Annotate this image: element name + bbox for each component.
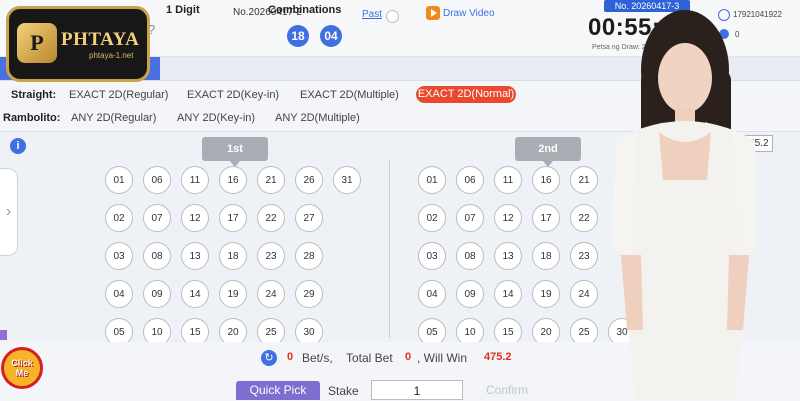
position-divider xyxy=(389,160,390,338)
number-ball[interactable]: 06 xyxy=(143,166,171,194)
number-ball[interactable]: 04 xyxy=(418,280,446,308)
bets-label: Bet/s, xyxy=(302,351,333,365)
number-ball[interactable]: 16 xyxy=(219,166,247,194)
result-ball-2: 04 xyxy=(320,25,342,47)
option-exact-2d-key-in[interactable]: EXACT 2D(Key-in) xyxy=(187,89,279,101)
stake-input[interactable]: 1 xyxy=(371,380,463,400)
number-ball[interactable]: 17 xyxy=(532,204,560,232)
logo-mark: P xyxy=(17,23,57,63)
first-position-tab[interactable]: 1st xyxy=(202,137,268,167)
number-ball[interactable]: 06 xyxy=(456,166,484,194)
phtaya-logo[interactable]: P PHTAYA phtaya-1.net xyxy=(6,6,150,82)
past-toggle[interactable] xyxy=(386,10,399,23)
number-ball[interactable]: 04 xyxy=(105,280,133,308)
number-ball[interactable]: 03 xyxy=(105,242,133,270)
will-win-label: , Will Win xyxy=(417,351,467,365)
tab-1-digit[interactable]: 1 Digit xyxy=(166,4,200,16)
second-position-tab[interactable]: 2nd xyxy=(515,137,581,167)
past-results-link[interactable]: Past xyxy=(362,9,382,20)
option-exact-2d-multiple[interactable]: EXACT 2D(Multiple) xyxy=(300,89,399,101)
option-any-2d-key-in[interactable]: ANY 2D(Key-in) xyxy=(177,112,255,124)
logo-site-url: phtaya-1.net xyxy=(89,51,134,60)
number-ball[interactable]: 08 xyxy=(456,242,484,270)
number-ball[interactable]: 07 xyxy=(456,204,484,232)
total-bet-label: Total Bet xyxy=(346,351,393,365)
number-ball[interactable]: 12 xyxy=(494,204,522,232)
number-ball[interactable]: 31 xyxy=(333,166,361,194)
option-any-2d-regular[interactable]: ANY 2D(Regular) xyxy=(71,112,156,124)
number-ball[interactable]: 01 xyxy=(418,166,446,194)
number-ball[interactable]: 02 xyxy=(105,204,133,232)
number-ball[interactable]: 08 xyxy=(143,242,171,270)
number-ball[interactable]: 03 xyxy=(418,242,446,270)
option-any-2d-multiple[interactable]: ANY 2D(Multiple) xyxy=(275,112,360,124)
number-ball[interactable]: 13 xyxy=(494,242,522,270)
number-ball[interactable]: 29 xyxy=(295,280,323,308)
number-ball[interactable]: 13 xyxy=(181,242,209,270)
option-exact-2d-normal[interactable]: EXACT 2D(Normal) xyxy=(416,86,516,103)
number-ball[interactable]: 09 xyxy=(143,280,171,308)
number-ball[interactable]: 16 xyxy=(532,166,560,194)
refresh-icon[interactable]: ↻ xyxy=(261,350,277,366)
number-ball[interactable]: 12 xyxy=(181,204,209,232)
chevron-right-icon[interactable]: › xyxy=(0,168,18,256)
option-exact-2d-regular[interactable]: EXACT 2D(Regular) xyxy=(69,89,168,101)
number-ball[interactable]: 17 xyxy=(219,204,247,232)
number-ball[interactable]: 14 xyxy=(494,280,522,308)
number-ball[interactable]: 22 xyxy=(257,204,285,232)
number-ball[interactable]: 02 xyxy=(418,204,446,232)
number-ball[interactable]: 14 xyxy=(181,280,209,308)
number-ball[interactable]: 23 xyxy=(257,242,285,270)
straight-label: Straight: xyxy=(11,89,57,101)
side-marker xyxy=(0,330,7,340)
total-bet-value: 0 xyxy=(405,351,412,363)
promo-model-image xyxy=(613,10,757,400)
number-ball[interactable]: 27 xyxy=(295,204,323,232)
draw-video-link[interactable]: Draw Video xyxy=(443,8,495,19)
quick-pick-button[interactable]: Quick Pick xyxy=(236,381,320,400)
number-ball[interactable]: 19 xyxy=(532,280,560,308)
will-win-value: 475.2 xyxy=(484,351,512,363)
number-ball[interactable]: 01 xyxy=(105,166,133,194)
number-ball[interactable]: 11 xyxy=(181,166,209,194)
stake-label: Stake xyxy=(328,384,359,398)
logo-brand-name: PHTAYA xyxy=(61,29,140,50)
bet-count: 0 xyxy=(287,351,294,363)
tab-combinations[interactable]: Combinations xyxy=(268,4,341,16)
number-ball[interactable]: 18 xyxy=(219,242,247,270)
number-ball[interactable]: 09 xyxy=(456,280,484,308)
rambolito-label: Rambolito: xyxy=(3,112,61,124)
number-ball[interactable]: 18 xyxy=(532,242,560,270)
number-ball[interactable]: 21 xyxy=(257,166,285,194)
number-ball[interactable]: 19 xyxy=(219,280,247,308)
number-ball[interactable]: 26 xyxy=(295,166,323,194)
number-ball[interactable]: 24 xyxy=(257,280,285,308)
number-ball[interactable]: 28 xyxy=(295,242,323,270)
click-me-badge[interactable]: Click Me xyxy=(1,347,43,389)
number-ball[interactable]: 07 xyxy=(143,204,171,232)
result-ball-1: 18 xyxy=(287,25,309,47)
info-icon[interactable]: i xyxy=(10,138,26,154)
video-play-icon[interactable] xyxy=(426,6,440,20)
number-ball[interactable]: 11 xyxy=(494,166,522,194)
confirm-button[interactable]: Confirm xyxy=(472,381,542,400)
